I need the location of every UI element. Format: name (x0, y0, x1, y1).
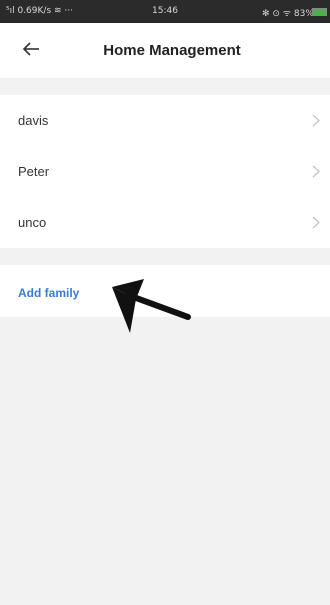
status-icons: ✻ ⊙ ᯤ 83% (262, 9, 314, 19)
chevron-right-icon (312, 114, 320, 127)
chevron-right-icon (312, 165, 320, 178)
family-item-label: davis (18, 113, 49, 128)
family-item-label: unco (18, 215, 47, 230)
family-item-unco[interactable]: unco (0, 197, 330, 248)
battery-icon (312, 8, 327, 16)
family-item-peter[interactable]: Peter (0, 146, 330, 197)
family-list: davis Peter unco (0, 95, 330, 248)
chevron-right-icon (312, 216, 320, 229)
family-item-davis[interactable]: davis (0, 95, 330, 146)
network-status: ⁵ıl 0.69K/s ≋ ··· (6, 6, 73, 16)
home-management-screen: ⁵ıl 0.69K/s ≋ ··· 15:46 ✻ ⊙ ᯤ 83% Home M… (0, 0, 330, 605)
annotation-arrow-icon (112, 279, 191, 333)
family-item-label: Peter (18, 164, 50, 179)
navigation-bar: Home Management (0, 23, 330, 78)
page-title: Home Management (103, 42, 241, 59)
status-time: 15:46 (152, 6, 178, 16)
status-bar: ⁵ıl 0.69K/s ≋ ··· 15:46 ✻ ⊙ ᯤ 83% (0, 0, 330, 23)
add-family-label: Add family (18, 286, 80, 300)
